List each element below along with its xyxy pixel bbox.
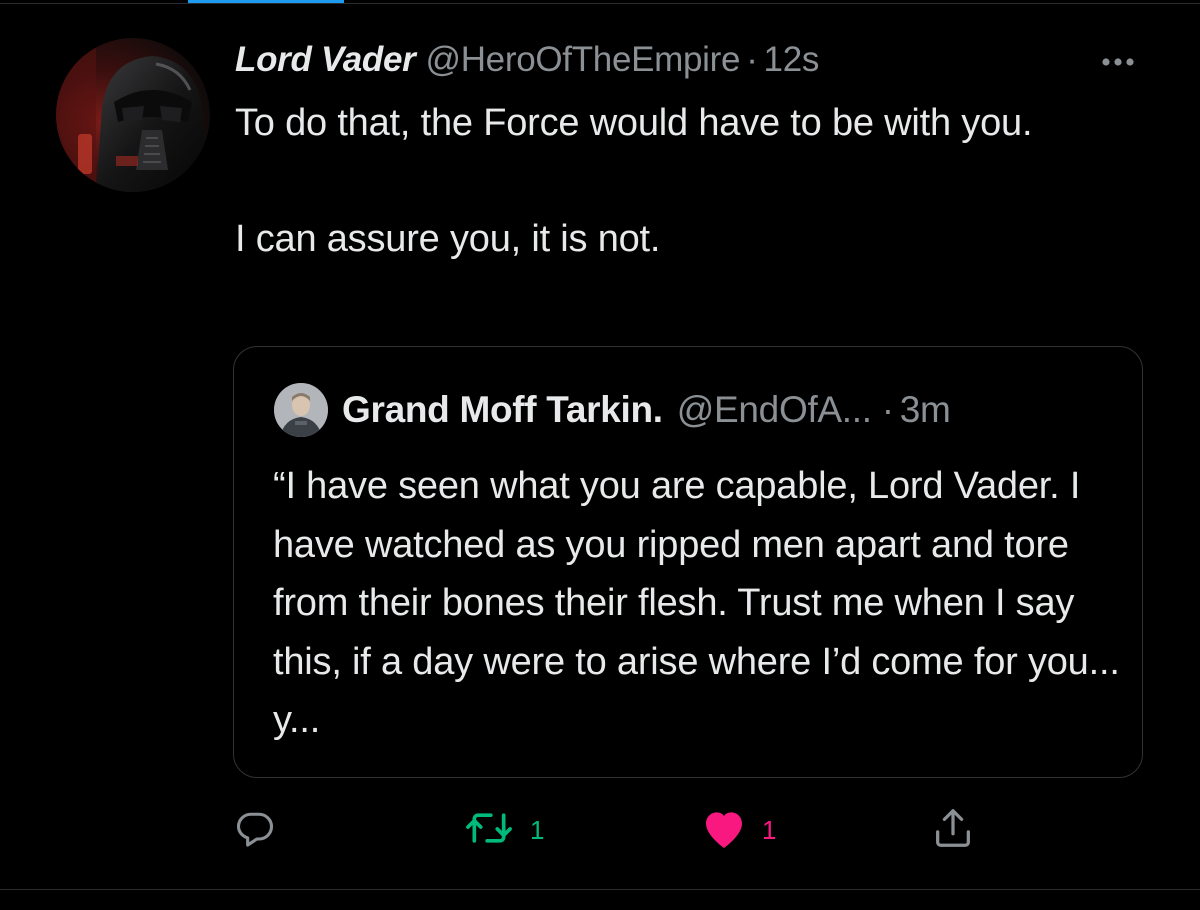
quoted-author-avatar[interactable] [274,383,328,437]
quoted-tweet-text: “I have seen what you are capable, Lord … [273,465,1120,741]
quoted-author-handle[interactable]: @EndOfA... [677,389,872,431]
author-avatar[interactable] [56,38,210,192]
tweet-header: Lord Vader @HeroOfTheEmpire · 12s [235,40,819,84]
quoted-header-separator: · [881,389,894,430]
tweet-timestamp[interactable]: 12s [764,40,820,80]
retweet-count: 1 [530,814,545,845]
tweet-text: To do that, the Force would have to be w… [235,102,1033,260]
tweet-action-bar: 1 1 [0,800,1200,860]
retweet-icon [462,806,516,855]
retweet-button[interactable]: 1 [462,800,544,860]
quoted-author-display-name[interactable]: Grand Moff Tarkin. [342,389,663,431]
more-horizontal-icon[interactable] [1096,52,1144,72]
like-button[interactable]: 1 [700,800,776,860]
tweet[interactable]: Lord Vader @HeroOfTheEmpire · 12s To do … [0,0,1200,910]
quoted-tweet-header: Grand Moff Tarkin. @EndOfA... · 3m [342,389,951,431]
share-button[interactable] [930,800,990,860]
heart-filled-icon [700,806,748,855]
quoted-tweet-card[interactable]: Grand Moff Tarkin. @EndOfA... · 3m “I ha… [233,346,1143,778]
quoted-tweet-timestamp[interactable]: 3m [900,389,951,431]
bottom-divider [0,889,1200,890]
header-separator: · [746,40,758,79]
like-count: 1 [762,814,777,845]
author-display-name[interactable]: Lord Vader [235,40,416,80]
reply-button[interactable] [233,800,291,860]
reply-icon [233,806,277,855]
author-handle[interactable]: @HeroOfTheEmpire [425,40,740,80]
share-icon [930,805,976,856]
